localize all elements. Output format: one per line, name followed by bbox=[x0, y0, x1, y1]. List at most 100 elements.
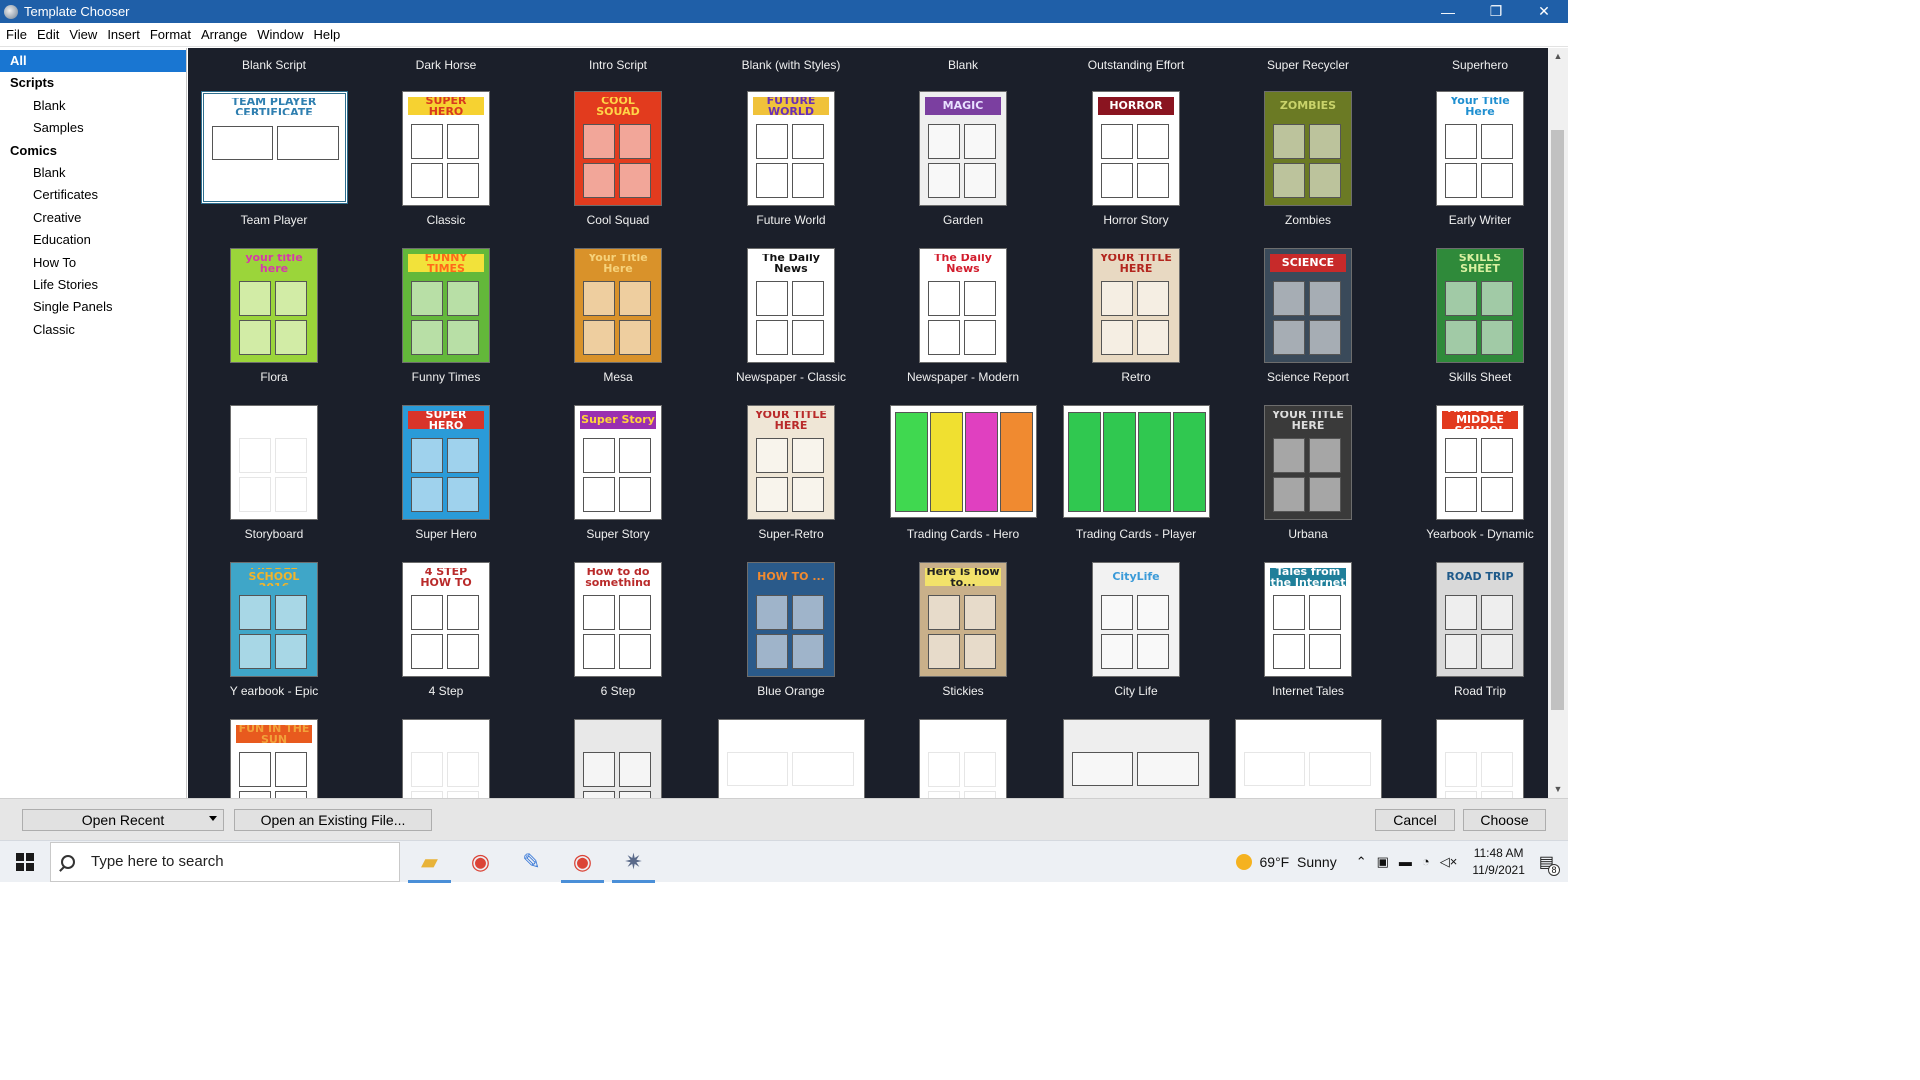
template-thumbnail[interactable] bbox=[717, 719, 865, 798]
sidebar-item-all[interactable]: All bbox=[0, 50, 186, 73]
template-caption-blank-script[interactable]: Blank Script bbox=[188, 58, 360, 72]
menu-help[interactable]: Help bbox=[309, 24, 346, 46]
template-thumbnail[interactable]: The Daily News bbox=[747, 248, 835, 363]
template-tile-super-hero[interactable]: SUPER HERO Super Hero bbox=[360, 405, 532, 555]
notifications-icon[interactable]: ▤ 8 bbox=[1539, 852, 1560, 876]
template-thumbnail[interactable]: HOW TO ... bbox=[747, 562, 835, 677]
template-thumbnail[interactable] bbox=[919, 719, 1007, 798]
sidebar-item-comics-blank[interactable]: Blank bbox=[0, 162, 186, 184]
sidebar-item-comics-certificates[interactable]: Certificates bbox=[0, 184, 186, 206]
template-thumbnail[interactable]: ROAD TRIP bbox=[1436, 562, 1524, 677]
template-caption-blank[interactable]: Blank bbox=[877, 58, 1049, 72]
template-tile-untitled[interactable] bbox=[532, 719, 704, 798]
template-tile-science-report[interactable]: SCIENCE Science Report bbox=[1222, 248, 1394, 398]
template-thumbnail[interactable] bbox=[574, 719, 662, 798]
template-tile-super-retro[interactable]: YOUR TITLE HERE Super-Retro bbox=[705, 405, 877, 555]
template-tile-zombies[interactable]: ZOMBIES Zombies bbox=[1222, 91, 1394, 241]
template-caption-super-recycler[interactable]: Super Recycler bbox=[1222, 58, 1394, 72]
template-tile-retro[interactable]: YOUR TITLE HERE Retro bbox=[1050, 248, 1222, 398]
template-tile-cool-squad[interactable]: COOL SQUAD Cool Squad bbox=[532, 91, 704, 241]
file-explorer-icon[interactable]: ▰ bbox=[404, 841, 455, 883]
template-tile-future-world[interactable]: FUTURE WORLD Future World bbox=[705, 91, 877, 241]
template-thumbnail[interactable]: SKILLS SHEET bbox=[1436, 248, 1524, 363]
scroll-up-arrow-icon[interactable]: ▲ bbox=[1548, 48, 1568, 65]
template-thumbnail[interactable]: YOUR TITLE HERE bbox=[1264, 405, 1352, 520]
template-tile-storyboard[interactable]: Storyboard bbox=[188, 405, 360, 555]
template-thumbnail[interactable] bbox=[1062, 719, 1210, 798]
template-thumbnail[interactable]: Your Title Here bbox=[574, 248, 662, 363]
template-tile-internet-tales[interactable]: Tales from the Internet Internet Tales bbox=[1222, 562, 1394, 712]
template-thumbnail[interactable]: FUTURE WORLD bbox=[747, 91, 835, 206]
template-thumbnail[interactable]: ZOMBIES bbox=[1264, 91, 1352, 206]
sidebar-item-scripts-blank[interactable]: Blank bbox=[0, 95, 186, 117]
volume-muted-icon[interactable]: ◁× bbox=[1440, 854, 1458, 870]
gallery-scrollbar[interactable]: ▲ ▼ bbox=[1548, 48, 1568, 798]
template-tile-trading-cards-hero[interactable]: Trading Cards - Hero bbox=[877, 405, 1049, 555]
template-tile-urbana[interactable]: YOUR TITLE HERE Urbana bbox=[1222, 405, 1394, 555]
template-tile-stickies[interactable]: Here is how to... Stickies bbox=[877, 562, 1049, 712]
template-thumbnail[interactable]: How to do something bbox=[574, 562, 662, 677]
template-thumbnail[interactable]: HORROR bbox=[1092, 91, 1180, 206]
sidebar-group-comics[interactable]: Comics bbox=[0, 140, 186, 162]
sidebar-item-comics-single-panels[interactable]: Single Panels bbox=[0, 296, 186, 318]
template-thumbnail[interactable]: Super Story bbox=[574, 405, 662, 520]
template-tile-newspaper-classic[interactable]: The Daily News Newspaper - Classic bbox=[705, 248, 877, 398]
template-caption-outstanding-effort[interactable]: Outstanding Effort bbox=[1050, 58, 1222, 72]
template-tile-team-player[interactable]: TEAM PLAYER CERTIFICATE Team Player bbox=[188, 91, 360, 241]
battery-icon[interactable]: ▬ bbox=[1399, 854, 1412, 869]
template-tile-flora[interactable]: your title here Flora bbox=[188, 248, 360, 398]
template-thumbnail[interactable]: TEAM PLAYER CERTIFICATE bbox=[200, 91, 348, 204]
close-button[interactable]: ✕ bbox=[1520, 0, 1568, 23]
template-tile-classic[interactable]: SUPER HERO Classic bbox=[360, 91, 532, 241]
template-thumbnail[interactable]: FUNNY TIMES bbox=[402, 248, 490, 363]
template-tile-untitled[interactable] bbox=[360, 719, 532, 798]
template-tile-mesa[interactable]: Your Title Here Mesa bbox=[532, 248, 704, 398]
template-caption-intro-script[interactable]: Intro Script bbox=[532, 58, 704, 72]
template-caption-dark-horse[interactable]: Dark Horse bbox=[360, 58, 532, 72]
template-tile-4-step[interactable]: 4 STEP HOW TO 4 Step bbox=[360, 562, 532, 712]
open-recent-button[interactable]: Open Recent bbox=[22, 809, 224, 831]
clock[interactable]: 11:48 AM 11/9/2021 bbox=[1472, 845, 1525, 879]
sidebar-group-scripts[interactable]: Scripts bbox=[0, 72, 186, 94]
template-tile-early-writer[interactable]: Your Title Here Early Writer bbox=[1394, 91, 1548, 241]
template-tile-untitled[interactable]: FUN IN THE SUN bbox=[188, 719, 360, 798]
open-existing-file-button[interactable]: Open an Existing File... bbox=[234, 809, 432, 831]
start-button[interactable] bbox=[0, 841, 50, 883]
template-tile-blue-orange[interactable]: HOW TO ... Blue Orange bbox=[705, 562, 877, 712]
weather-text[interactable]: 69°F Sunny bbox=[1260, 854, 1337, 870]
sidebar-item-comics-education[interactable]: Education bbox=[0, 229, 186, 251]
template-thumbnail[interactable]: 4 STEP HOW TO bbox=[402, 562, 490, 677]
template-tile-city-life[interactable]: CityLife City Life bbox=[1050, 562, 1222, 712]
comic-life-icon[interactable]: ✷ bbox=[608, 841, 659, 883]
template-tile-super-story[interactable]: Super Story Super Story bbox=[532, 405, 704, 555]
template-thumbnail[interactable] bbox=[889, 405, 1037, 518]
template-tile-y-earbook-epic[interactable]: ANYTOWN MIDDLE SCHOOL 2016 YEARBOOK Y ear… bbox=[188, 562, 360, 712]
menu-format[interactable]: Format bbox=[145, 24, 196, 46]
template-tile-horror-story[interactable]: HORROR Horror Story bbox=[1050, 91, 1222, 241]
template-thumbnail[interactable]: YOUR TITLE HERE bbox=[1092, 248, 1180, 363]
template-thumbnail[interactable]: MAGIC bbox=[919, 91, 1007, 206]
template-thumbnail[interactable] bbox=[402, 719, 490, 798]
template-caption-superhero[interactable]: Superhero bbox=[1394, 58, 1548, 72]
template-thumbnail[interactable]: CityLife bbox=[1092, 562, 1180, 677]
scroll-down-arrow-icon[interactable]: ▼ bbox=[1548, 781, 1568, 798]
template-thumbnail[interactable]: Your Title Here bbox=[1436, 91, 1524, 206]
template-caption-blank-with-styles[interactable]: Blank (with Styles) bbox=[705, 58, 877, 72]
template-thumbnail[interactable]: SUPER HERO bbox=[402, 91, 490, 206]
template-tile-road-trip[interactable]: ROAD TRIP Road Trip bbox=[1394, 562, 1548, 712]
template-tile-untitled[interactable] bbox=[877, 719, 1049, 798]
menu-window[interactable]: Window bbox=[252, 24, 308, 46]
cancel-button[interactable]: Cancel bbox=[1375, 809, 1455, 831]
template-tile-newspaper-modern[interactable]: The Daily News Newspaper - Modern bbox=[877, 248, 1049, 398]
template-tile-skills-sheet[interactable]: SKILLS SHEET Skills Sheet bbox=[1394, 248, 1548, 398]
template-thumbnail[interactable]: FUN IN THE SUN bbox=[230, 719, 318, 798]
template-thumbnail[interactable]: ANYTOWN MIDDLE SCHOOL bbox=[1436, 405, 1524, 520]
template-thumbnail[interactable]: ANYTOWN MIDDLE SCHOOL 2016 YEARBOOK bbox=[230, 562, 318, 677]
sidebar-item-comics-classic[interactable]: Classic bbox=[0, 319, 186, 341]
template-tile-funny-times[interactable]: FUNNY TIMES Funny Times bbox=[360, 248, 532, 398]
menu-file[interactable]: File bbox=[0, 24, 32, 46]
meet-now-icon[interactable]: ▣ bbox=[1377, 854, 1389, 870]
minimize-button[interactable]: — bbox=[1424, 0, 1472, 23]
sidebar-item-scripts-samples[interactable]: Samples bbox=[0, 117, 186, 139]
template-thumbnail[interactable]: COOL SQUAD bbox=[574, 91, 662, 206]
